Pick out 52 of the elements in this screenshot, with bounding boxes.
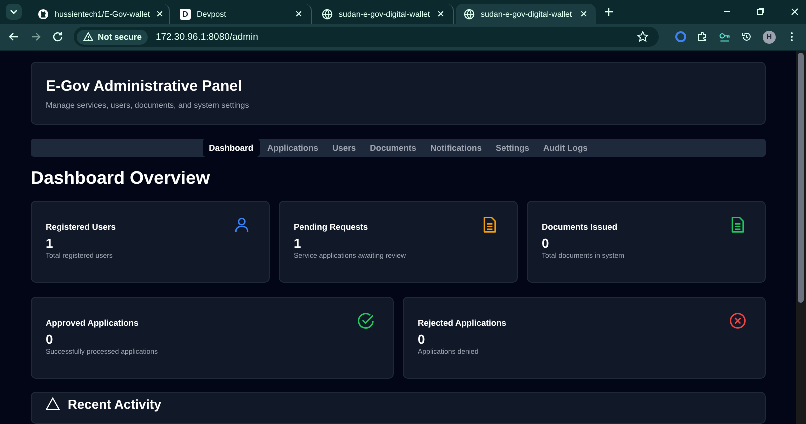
extensions-icon[interactable] (697, 31, 709, 43)
extension-ring-icon[interactable] (675, 31, 687, 43)
section-title: Recent Activity (68, 397, 162, 412)
close-icon[interactable] (580, 10, 588, 18)
chevron-down-icon (9, 7, 19, 17)
tab-title: sudan-e-gov-digital-wallet (481, 10, 574, 18)
nav-tab[interactable]: Users (326, 139, 362, 157)
history-icon[interactable] (741, 31, 753, 43)
url-text: 172.30.96.1:8080/admin (156, 32, 258, 42)
tab-title: sudan-e-gov-digital-wallet (339, 10, 431, 18)
github-icon (38, 8, 49, 20)
nav-tab[interactable]: Notifications (424, 139, 488, 157)
address-field[interactable]: Not secure 172.30.96.1:8080/admin (74, 27, 659, 47)
stat-title: Approved Applications (46, 318, 139, 328)
nav-tab[interactable]: Applications (262, 139, 325, 157)
tab-title: Devpost (197, 10, 228, 18)
nav-tab[interactable]: Documents (364, 139, 422, 157)
key-icon[interactable] (719, 31, 731, 43)
tab-title: hussientech1/E-Gov-wallet (55, 10, 150, 18)
stat-title: Documents Issued (542, 222, 618, 232)
close-icon[interactable] (295, 10, 303, 18)
site-logo: D (180, 8, 191, 20)
stat-value: 0 (542, 236, 550, 251)
stat-value: 1 (294, 236, 302, 251)
restore-icon[interactable] (756, 7, 766, 17)
nav-tab[interactable]: Audit Logs (537, 139, 594, 157)
close-icon[interactable] (790, 7, 800, 17)
stat-title: Registered Users (46, 222, 116, 232)
nav-tab[interactable]: Settings (490, 139, 536, 157)
stat-title: Pending Requests (294, 222, 368, 232)
stat-value: 0 (46, 332, 54, 347)
browser-tab[interactable]: sudan-e-gov-digital-wallet (456, 4, 596, 24)
stat-title: Rejected Applications (418, 318, 506, 328)
warning-icon (83, 32, 94, 42)
globe-icon (464, 8, 475, 20)
security-badge[interactable]: Not secure (77, 30, 148, 44)
close-icon[interactable] (156, 10, 164, 18)
panel-title: E-Gov Administrative Panel (46, 78, 244, 95)
close-icon[interactable] (437, 10, 445, 18)
new-tab-icon[interactable] (604, 7, 614, 17)
panel-subtitle: Manage services, users, documents, and system settings (46, 101, 250, 110)
tab-search-button[interactable] (6, 4, 22, 20)
stat-value: 0 (418, 332, 426, 347)
back-icon[interactable] (8, 31, 20, 43)
reload-icon[interactable] (52, 31, 64, 43)
warning-icon (46, 397, 60, 411)
page-title: Dashboard Overview (31, 168, 212, 189)
globe-icon (322, 8, 333, 20)
forward-icon[interactable] (30, 31, 42, 43)
bookmark-star-icon[interactable] (637, 31, 649, 43)
nav-tab[interactable]: Dashboard (203, 139, 260, 157)
stat-value: 1 (46, 236, 54, 251)
